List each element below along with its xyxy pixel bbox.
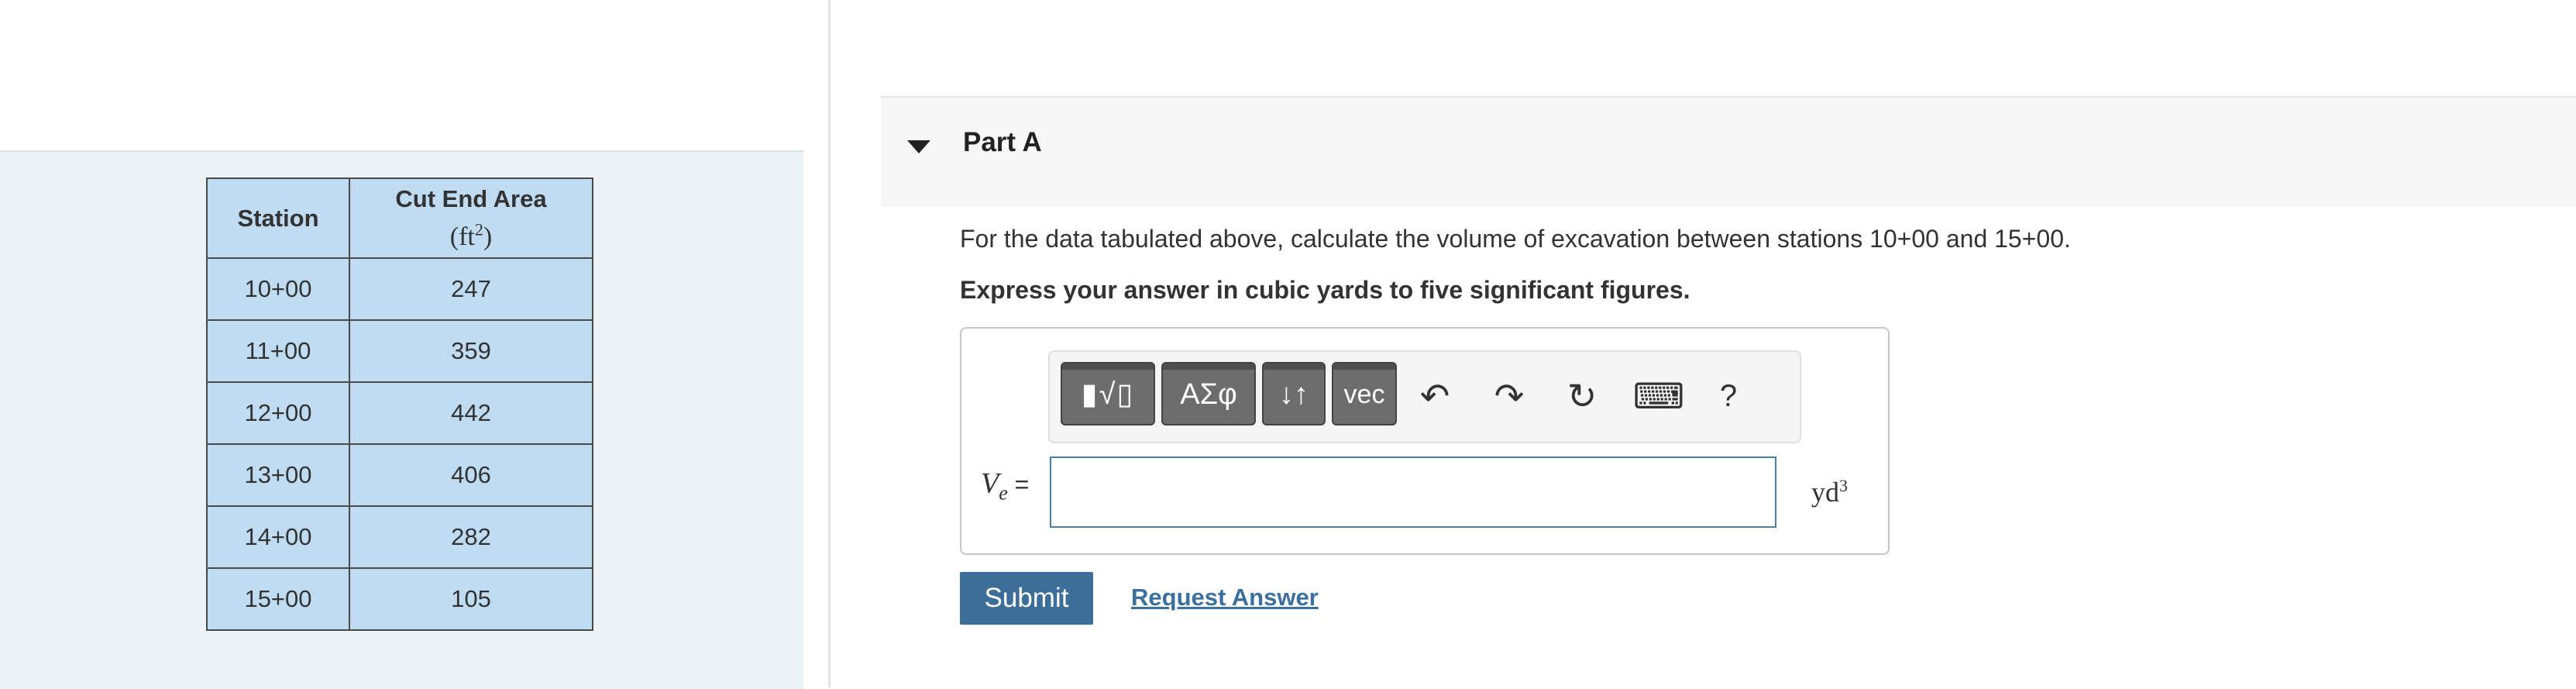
area-cell: 105 <box>349 567 593 631</box>
arrows-button[interactable]: ↓↑ <box>1262 362 1326 425</box>
help-icon[interactable]: ? <box>1705 369 1752 423</box>
keyboard-icon[interactable]: ⌨ <box>1628 369 1690 423</box>
station-cell: 10+00 <box>206 257 350 321</box>
area-cell: 406 <box>349 443 593 507</box>
vector-button[interactable]: vec <box>1332 362 1397 425</box>
reset-icon[interactable]: ↻ <box>1555 369 1609 423</box>
request-answer-link[interactable]: Request Answer <box>1131 584 1319 611</box>
data-panel: Station Cut End Area (ft2) 10+00 247 11+0… <box>0 0 803 689</box>
station-cell: 11+00 <box>206 319 350 383</box>
answer-variable-label: Ve = <box>981 467 1030 505</box>
question-text: For the data tabulated above, calculate … <box>960 225 2071 253</box>
undo-icon[interactable]: ↶ <box>1408 369 1462 423</box>
table-header-row: Station Cut End Area (ft2) <box>206 177 593 259</box>
answer-unit: yd3 <box>1811 476 1848 508</box>
area-cell: 247 <box>349 257 593 321</box>
area-cell: 359 <box>349 319 593 383</box>
column-header-station: Station <box>206 177 350 259</box>
table-row: 10+00 247 <box>206 257 593 321</box>
station-cell: 13+00 <box>206 443 350 507</box>
answer-input[interactable] <box>1050 456 1776 528</box>
column-header-cut-end-area: Cut End Area (ft2) <box>349 177 593 259</box>
part-title: Part A <box>963 127 1042 157</box>
table-row: 14+00 282 <box>206 505 593 569</box>
table-row: 12+00 442 <box>206 381 593 445</box>
templates-button[interactable]: ▮√▯ <box>1061 362 1155 425</box>
station-cell: 14+00 <box>206 505 350 569</box>
area-unit: (ft2) <box>449 219 493 252</box>
math-toolbar: ▮√▯ ΑΣφ ↓↑ vec ↶ ↷ ↻ ⌨ ? <box>1048 350 1801 443</box>
station-cell: 12+00 <box>206 381 350 445</box>
area-cell: 442 <box>349 381 593 445</box>
greek-symbols-button[interactable]: ΑΣφ <box>1161 362 1256 425</box>
panel-divider <box>828 0 831 687</box>
part-a-header[interactable]: Part A <box>881 96 2576 207</box>
redo-icon[interactable]: ↷ <box>1482 369 1536 423</box>
table-row: 13+00 406 <box>206 443 593 507</box>
area-cell: 282 <box>349 505 593 569</box>
column-header-cut-end-area-label: Cut End Area <box>395 184 547 212</box>
station-cell: 15+00 <box>206 567 350 631</box>
submit-button[interactable]: Submit <box>960 572 1093 625</box>
answer-instruction: Express your answer in cubic yards to fi… <box>960 276 1690 304</box>
table-row: 15+00 105 <box>206 567 593 631</box>
table-row: 11+00 359 <box>206 319 593 383</box>
collapse-caret-icon[interactable] <box>907 140 930 153</box>
data-table: Station Cut End Area (ft2) 10+00 247 11+0… <box>206 177 593 631</box>
answer-box: ▮√▯ ΑΣφ ↓↑ vec ↶ ↷ ↻ ⌨ ? Ve = yd3 <box>960 327 1890 555</box>
